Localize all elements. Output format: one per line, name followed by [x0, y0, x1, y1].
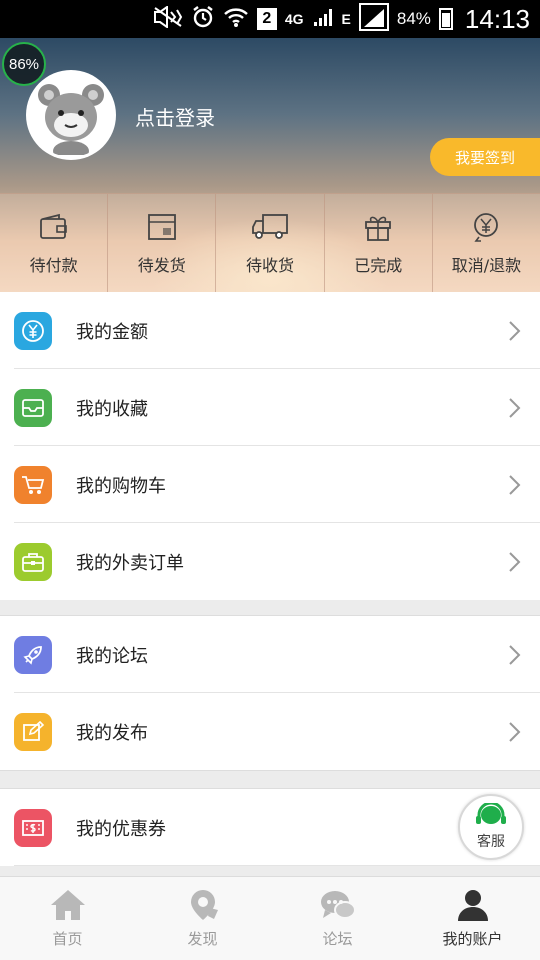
chat-icon [320, 891, 356, 919]
menu-item-takeout-orders[interactable]: 我的外卖订单 [0, 523, 540, 600]
gift-icon [363, 210, 393, 244]
edit-icon [14, 712, 52, 751]
yen-icon [14, 311, 52, 350]
order-completed[interactable]: 已完成 [325, 194, 433, 292]
order-label: 取消/退款 [451, 256, 522, 275]
menu-label: 我的发布 [76, 722, 148, 744]
chevron-right-icon [509, 721, 521, 742]
login-link[interactable]: 点击登录 [135, 102, 215, 131]
bear-avatar-icon [38, 84, 104, 155]
menu-item-balance[interactable]: 我的金额 [0, 292, 540, 369]
customer-service-button[interactable]: 客服 [458, 794, 524, 860]
order-refund[interactable]: 取消/退款 [433, 194, 540, 292]
chevron-right-icon [509, 644, 521, 665]
battery-icon [438, 8, 453, 30]
clock: 14:13 [464, 3, 530, 34]
menu-group-account: 我的金额 我的收藏 我的购物车 我的外卖订单 [0, 292, 540, 600]
checkin-button[interactable]: 我要签到 [430, 138, 540, 176]
sim-indicator: 2 [256, 8, 277, 30]
avatar[interactable] [26, 70, 116, 160]
wallet-icon [39, 210, 69, 244]
nav-label: 我的账户 [442, 930, 503, 948]
refund-icon [471, 210, 501, 244]
menu-label: 我的外卖订单 [76, 552, 184, 574]
briefcase-icon [14, 542, 52, 581]
menu-label: 我的购物车 [76, 475, 166, 497]
menu-label: 我的收藏 [76, 398, 148, 420]
menu-group-community: 我的论坛 我的发布 [0, 615, 540, 771]
package-icon [147, 210, 177, 244]
inbox-icon [14, 388, 52, 427]
chevron-right-icon [509, 551, 521, 572]
wifi-icon [223, 6, 249, 32]
nav-label: 发现 [187, 930, 218, 948]
menu-item-posts[interactable]: 我的发布 [0, 693, 540, 770]
edge-indicator: E [341, 11, 351, 27]
headset-icon [476, 803, 506, 824]
user-icon [457, 890, 488, 921]
battery-percent: 84% [396, 9, 431, 28]
location-icon [190, 890, 218, 920]
order-label: 待付款 [29, 256, 78, 275]
menu-label: 我的论坛 [76, 645, 148, 667]
chevron-right-icon [509, 397, 521, 418]
divider [14, 865, 540, 866]
truck-icon [251, 210, 289, 244]
nav-label: 论坛 [322, 930, 353, 948]
nav-tab-account[interactable]: 我的账户 [405, 877, 540, 960]
menu-label: 我的金额 [76, 321, 148, 343]
nav-tab-home[interactable]: 首页 [0, 877, 135, 960]
cart-icon [14, 465, 52, 504]
nav-tab-discover[interactable]: 发现 [135, 877, 270, 960]
customer-service-label: 客服 [477, 834, 505, 850]
alarm-icon [191, 5, 215, 33]
home-icon [50, 890, 85, 920]
mute-icon [153, 5, 183, 32]
order-status-row: 待付款 待发货 待收货 已完成 取消/退款 [0, 193, 540, 292]
order-label: 待收货 [246, 256, 295, 275]
signal-icon [312, 6, 334, 32]
nav-label: 首页 [52, 930, 83, 948]
status-bar: 2 4G E 84% 14:13 [0, 0, 540, 38]
menu-item-forum[interactable]: 我的论坛 [0, 616, 540, 693]
memory-badge[interactable]: 86% [2, 42, 46, 86]
rocket-icon [14, 635, 52, 674]
order-pending-payment[interactable]: 待付款 [0, 194, 109, 292]
menu-item-cart[interactable]: 我的购物车 [0, 446, 540, 523]
bottom-nav: 首页 发现 论坛 我的账户 [0, 876, 540, 960]
order-label: 已完成 [354, 256, 403, 275]
nav-tab-forum[interactable]: 论坛 [270, 877, 405, 960]
chevron-right-icon [509, 474, 521, 495]
order-pending-receipt[interactable]: 待收货 [216, 194, 325, 292]
signal-strength-icon [358, 3, 389, 35]
order-pending-shipment[interactable]: 待发货 [108, 194, 217, 292]
network-type: 4G [284, 11, 304, 27]
coupon-icon [14, 808, 52, 847]
order-label: 待发货 [137, 256, 186, 275]
menu-item-favorites[interactable]: 我的收藏 [0, 369, 540, 446]
chevron-right-icon [509, 320, 521, 341]
